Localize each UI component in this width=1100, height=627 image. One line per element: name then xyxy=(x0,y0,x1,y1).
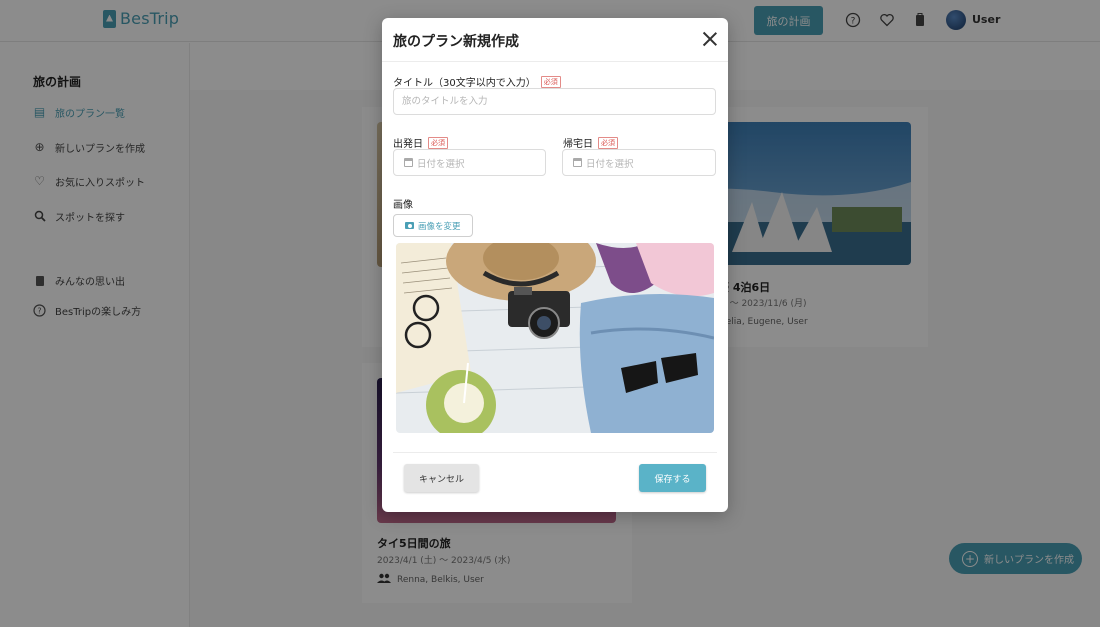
required-badge: 必須 xyxy=(598,136,618,149)
title-input[interactable] xyxy=(393,88,716,115)
title-field-label: タイトル（30文字以内で入力） 必須 xyxy=(393,74,561,89)
calendar-icon xyxy=(573,158,582,167)
modal-title: 旅のプラン新規作成 xyxy=(393,34,519,50)
required-badge: 必須 xyxy=(428,136,448,149)
image-field-label: 画像 xyxy=(393,196,413,211)
departure-field-label: 出発日 必須 xyxy=(393,135,448,150)
departure-date-picker[interactable]: 日付を選択 xyxy=(393,149,546,176)
calendar-icon xyxy=(404,158,413,167)
date-placeholder: 日付を選択 xyxy=(417,158,465,170)
camera-icon xyxy=(405,222,414,229)
required-badge: 必須 xyxy=(540,75,561,88)
save-button[interactable]: 保存する xyxy=(639,464,706,492)
cancel-button[interactable]: キャンセル xyxy=(404,464,479,492)
label-text: 画像 xyxy=(393,200,413,211)
date-placeholder: 日付を選択 xyxy=(586,158,634,170)
return-field-label: 帰宅日 必須 xyxy=(563,135,618,150)
modal-header: 旅のプラン新規作成 xyxy=(382,18,728,62)
label-text: 帰宅日 xyxy=(563,139,593,150)
button-label: 画像を変更 xyxy=(418,221,461,232)
new-plan-modal: 旅のプラン新規作成 タイトル（30文字以内で入力） 必須 出発日 必須 日付を選… xyxy=(382,18,728,512)
change-image-button[interactable]: 画像を変更 xyxy=(393,214,473,237)
modal-footer-divider xyxy=(393,452,717,453)
label-text: タイトル（30文字以内で入力） xyxy=(393,78,536,89)
close-icon[interactable] xyxy=(702,31,718,47)
return-date-picker[interactable]: 日付を選択 xyxy=(562,149,716,176)
label-text: 出発日 xyxy=(393,139,423,150)
image-preview xyxy=(396,243,714,433)
